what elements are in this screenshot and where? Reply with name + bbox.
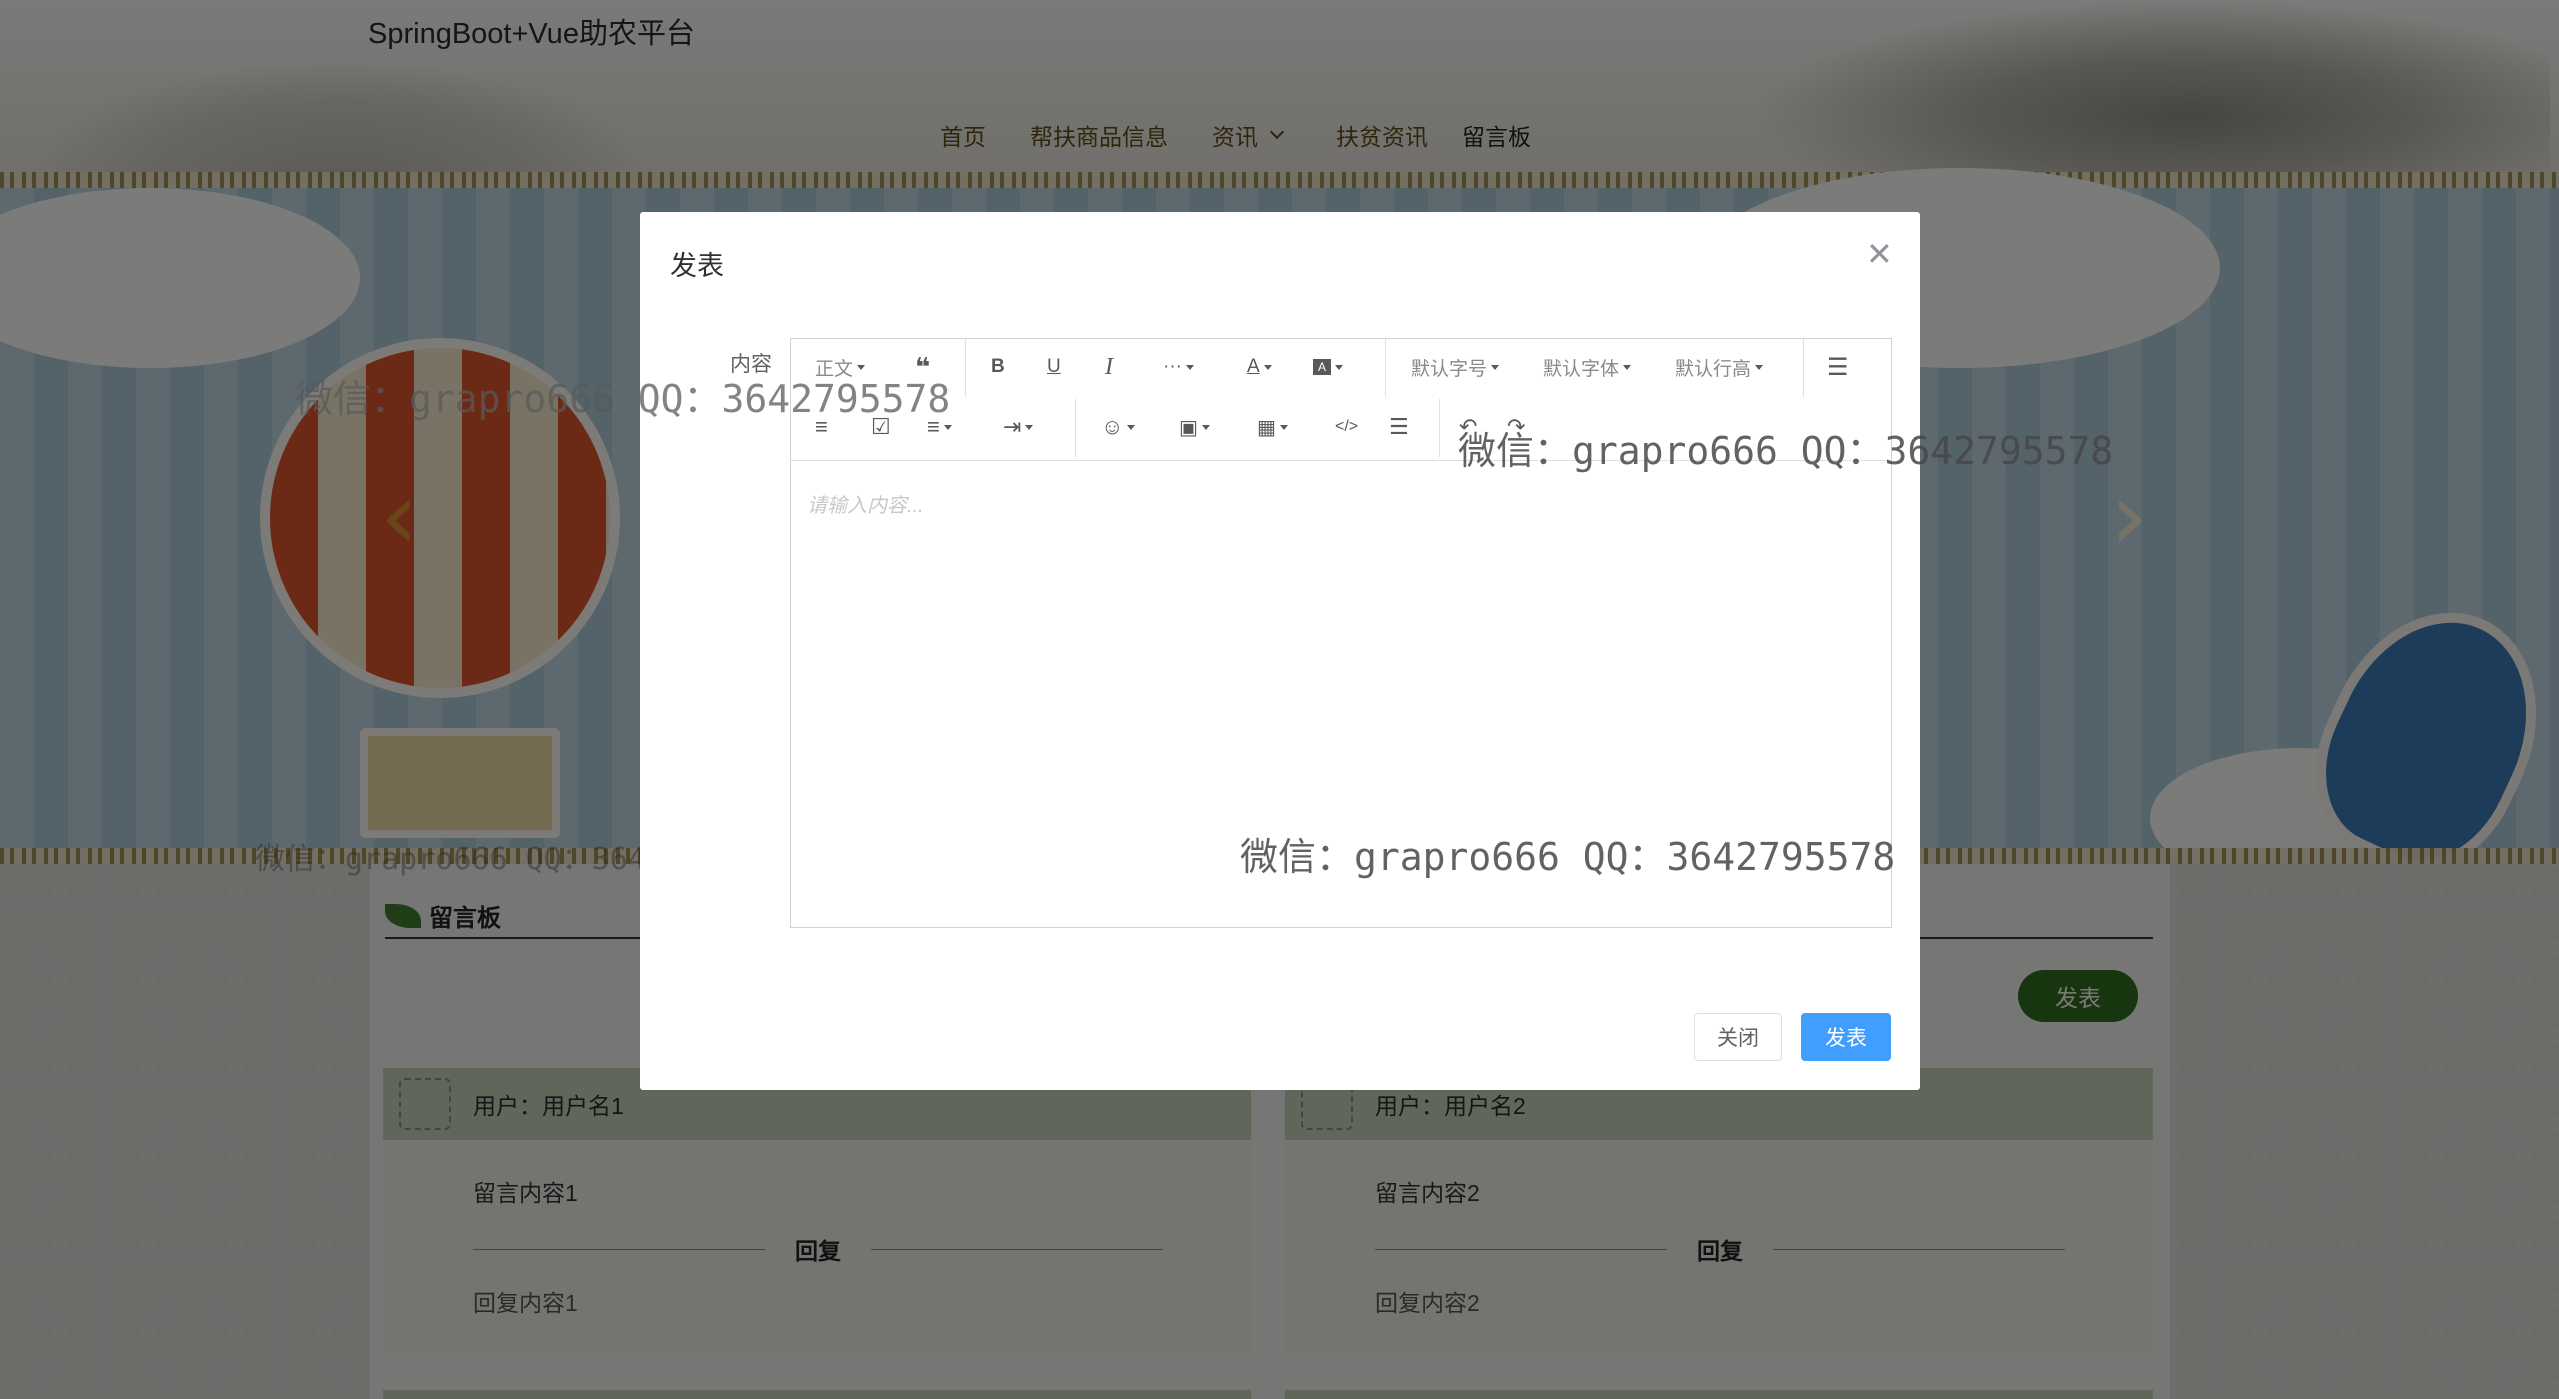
heading-select[interactable]: 正文 — [815, 351, 866, 383]
bold-icon[interactable]: B — [991, 351, 1005, 383]
numbered-list-icon[interactable]: ≡ — [815, 411, 828, 443]
line-height-label: 默认行高 — [1675, 358, 1752, 380]
align-icon[interactable]: ≡ — [927, 411, 952, 443]
redo-icon[interactable]: ↷ — [1507, 411, 1525, 443]
todo-checkbox-icon[interactable]: ☑ — [871, 411, 891, 443]
font-family-label: 默认字体 — [1543, 358, 1620, 380]
emoji-icon[interactable]: ☺ — [1101, 411, 1136, 443]
submit-button[interactable]: 发表 — [1801, 1013, 1891, 1061]
indent-icon[interactable]: ⇥ — [1003, 411, 1034, 443]
rich-text-editor: 正文 ❝ B U I ··· A A 默认字号 默认字体 默认行高 ☰ ≡ ☑ … — [790, 338, 1892, 928]
undo-icon[interactable]: ↶ — [1459, 411, 1477, 443]
quote-icon[interactable]: ❝ — [915, 351, 930, 383]
table-icon[interactable]: ▦ — [1257, 411, 1288, 443]
code-icon[interactable]: </> — [1335, 411, 1358, 443]
underline-icon[interactable]: U — [1047, 351, 1061, 383]
post-dialog: 发表 ✕ 内容 正文 ❝ B U I ··· A A 默认字号 默认字体 默认行… — [640, 212, 1920, 1090]
bulleted-list-icon[interactable]: ☰ — [1827, 351, 1849, 383]
divider-line-icon[interactable]: ☰ — [1389, 411, 1409, 443]
font-family-select[interactable]: 默认字体 — [1543, 351, 1632, 383]
line-height-select[interactable]: 默认行高 — [1675, 351, 1764, 383]
font-color-icon[interactable]: A — [1247, 351, 1272, 383]
font-size-label: 默认字号 — [1411, 358, 1488, 380]
editor-placeholder: 请输入内容... — [807, 495, 924, 517]
content-label: 内容 — [730, 353, 772, 376]
close-icon[interactable]: ✕ — [1866, 238, 1893, 270]
editor-content-area[interactable]: 请输入内容... — [791, 461, 1891, 927]
background-color-icon[interactable]: A — [1313, 351, 1343, 383]
heading-select-label: 正文 — [815, 358, 854, 380]
close-button[interactable]: 关闭 — [1694, 1013, 1782, 1061]
font-size-select[interactable]: 默认字号 — [1411, 351, 1500, 383]
more-formats-icon[interactable]: ··· — [1163, 351, 1194, 383]
image-icon[interactable]: ▣ — [1179, 411, 1210, 443]
editor-toolbar: 正文 ❝ B U I ··· A A 默认字号 默认字体 默认行高 ☰ ≡ ☑ … — [791, 339, 1891, 461]
italic-icon[interactable]: I — [1105, 351, 1113, 383]
dialog-title: 发表 — [670, 251, 724, 281]
more-formats-label: ··· — [1163, 356, 1182, 377]
